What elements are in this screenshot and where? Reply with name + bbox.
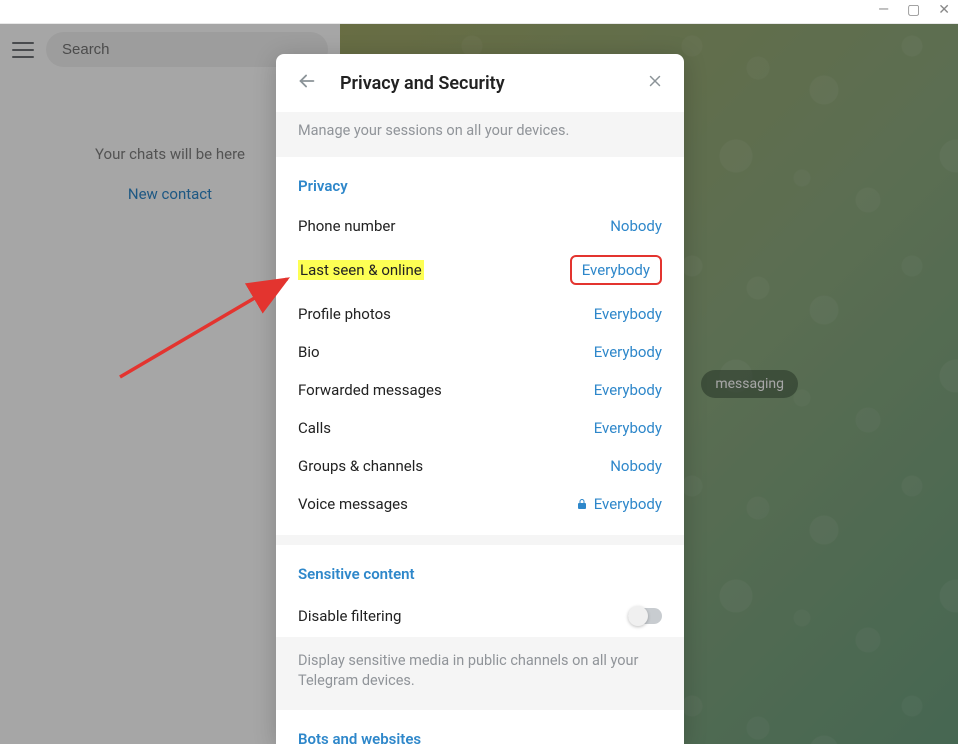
disable-filtering-label: Disable filtering [298,607,401,625]
lock-icon [576,498,588,510]
sensitive-description: Display sensitive media in public channe… [276,637,684,710]
section-header-privacy: Privacy [276,157,684,207]
close-window-icon[interactable]: ✕ [938,2,950,18]
privacy-row-value: Everybody [570,255,662,285]
privacy-row-label: Last seen & online [298,260,424,280]
privacy-row-label: Groups & channels [298,457,423,475]
privacy-row-label: Profile photos [298,305,391,323]
section-header-sensitive: Sensitive content [276,545,684,595]
sessions-description: Manage your sessions on all your devices… [276,112,684,157]
privacy-row-groups-channels[interactable]: Groups & channels Nobody [276,447,684,485]
modal-title: Privacy and Security [340,73,624,94]
section-header-bots: Bots and websites [276,710,684,744]
window-titlebar: — ▢ ✕ [0,0,958,24]
section-separator [276,535,684,545]
privacy-row-profile-photos[interactable]: Profile photos Everybody [276,295,684,333]
privacy-row-calls[interactable]: Calls Everybody [276,409,684,447]
back-icon[interactable] [296,70,318,96]
privacy-row-value: Everybody [594,305,662,323]
privacy-row-value: Nobody [610,217,662,235]
maximize-icon[interactable]: ▢ [907,2,920,18]
close-icon[interactable] [646,71,664,95]
privacy-row-label: Bio [298,343,320,361]
settings-modal: Privacy and Security Manage your session… [276,54,684,744]
privacy-row-value: Nobody [610,457,662,475]
privacy-row-value: Everybody [594,381,662,399]
privacy-row-value: Everybody [594,343,662,361]
privacy-row-voice-messages[interactable]: Voice messages Everybody [276,485,684,523]
privacy-row-last-seen-online[interactable]: Last seen & online Everybody [276,245,684,295]
privacy-row-label: Calls [298,419,331,437]
privacy-row-forwarded-messages[interactable]: Forwarded messages Everybody [276,371,684,409]
privacy-row-value: Everybody [594,419,662,437]
minimize-icon[interactable]: — [878,2,889,18]
privacy-row-label: Forwarded messages [298,381,442,399]
privacy-row-label: Phone number [298,217,395,235]
privacy-row-value: Everybody [576,495,662,513]
privacy-row-phone-number[interactable]: Phone number Nobody [276,207,684,245]
privacy-row-bio[interactable]: Bio Everybody [276,333,684,371]
disable-filtering-toggle[interactable] [628,608,662,624]
disable-filtering-row[interactable]: Disable filtering [276,595,684,637]
privacy-row-label: Voice messages [298,495,408,513]
